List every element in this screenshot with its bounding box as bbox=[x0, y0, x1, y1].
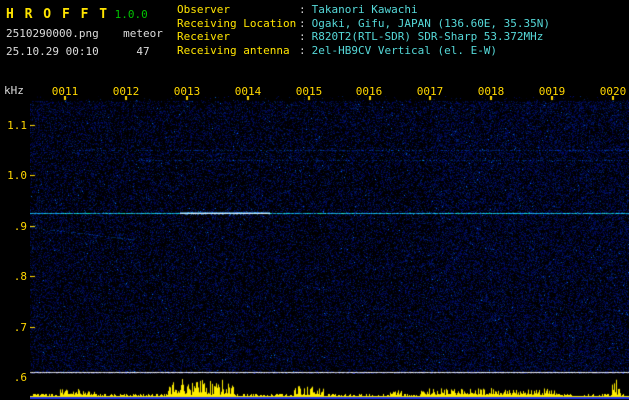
freq-tick-label: .8 bbox=[13, 270, 27, 283]
info-label: Receiver bbox=[177, 30, 230, 43]
station-info-panel: Observer: Takanori Kawachi Receiving Loca… bbox=[177, 3, 550, 57]
info-label: Observer bbox=[177, 3, 230, 16]
info-value: Ogaki, Gifu, JAPAN (136.60E, 35.35N) bbox=[311, 16, 551, 30]
app-title: H R O F F T bbox=[6, 7, 109, 22]
spectrogram-canvas bbox=[30, 96, 629, 374]
info-label: Receiving Location bbox=[177, 16, 297, 30]
freq-tick-label: .9 bbox=[13, 220, 27, 233]
info-colon: : bbox=[299, 30, 306, 43]
output-filename: 2510290000.png bbox=[6, 27, 99, 40]
app-version: 1.0.0 bbox=[114, 8, 148, 21]
info-colon: : bbox=[299, 16, 306, 30]
current-datetime: 25.10.29 00:10 bbox=[6, 45, 99, 58]
info-label: Receiving antenna bbox=[177, 43, 290, 57]
info-colon: : bbox=[299, 43, 306, 57]
freq-tick-label: 1.0 bbox=[7, 169, 27, 182]
time-row: 25.10.29 00:10 47 bbox=[6, 45, 166, 58]
info-row-antenna: Receiving antenna:2el-HB9CV Vertical (el… bbox=[177, 44, 550, 58]
info-value: Takanori Kawachi bbox=[311, 3, 418, 16]
info-row-receiver: Receiver: R820T2(RTL-SDR) SDR-Sharp 53.37… bbox=[177, 30, 550, 44]
header-left: H R O F F T 1.0.0 2510290000.png meteor 25… bbox=[6, 3, 166, 58]
echo-count: 47 bbox=[136, 45, 150, 58]
signal-level-meter-canvas bbox=[30, 374, 629, 400]
file-row: 2510290000.png meteor bbox=[6, 27, 166, 40]
info-colon: : bbox=[299, 3, 306, 16]
info-value: R820T2(RTL-SDR) SDR-Sharp 53.372MHz bbox=[311, 30, 544, 43]
info-row-observer: Observer: Takanori Kawachi bbox=[177, 3, 550, 17]
hrofft-output-window: H R O F F T 1.0.0 2510290000.png meteor 25… bbox=[0, 0, 629, 400]
freq-tick-label: 1.1 bbox=[7, 119, 27, 132]
freq-tick-label: .6 bbox=[13, 371, 27, 384]
info-value: 2el-HB9CV Vertical (el. E-W) bbox=[311, 43, 498, 57]
title-row: H R O F F T 1.0.0 bbox=[6, 3, 166, 22]
info-row-location: Receiving Location: Ogaki, Gifu, JAPAN (1… bbox=[177, 17, 550, 31]
mode-label: meteor bbox=[123, 27, 163, 40]
freq-tick-label: .7 bbox=[13, 321, 27, 334]
